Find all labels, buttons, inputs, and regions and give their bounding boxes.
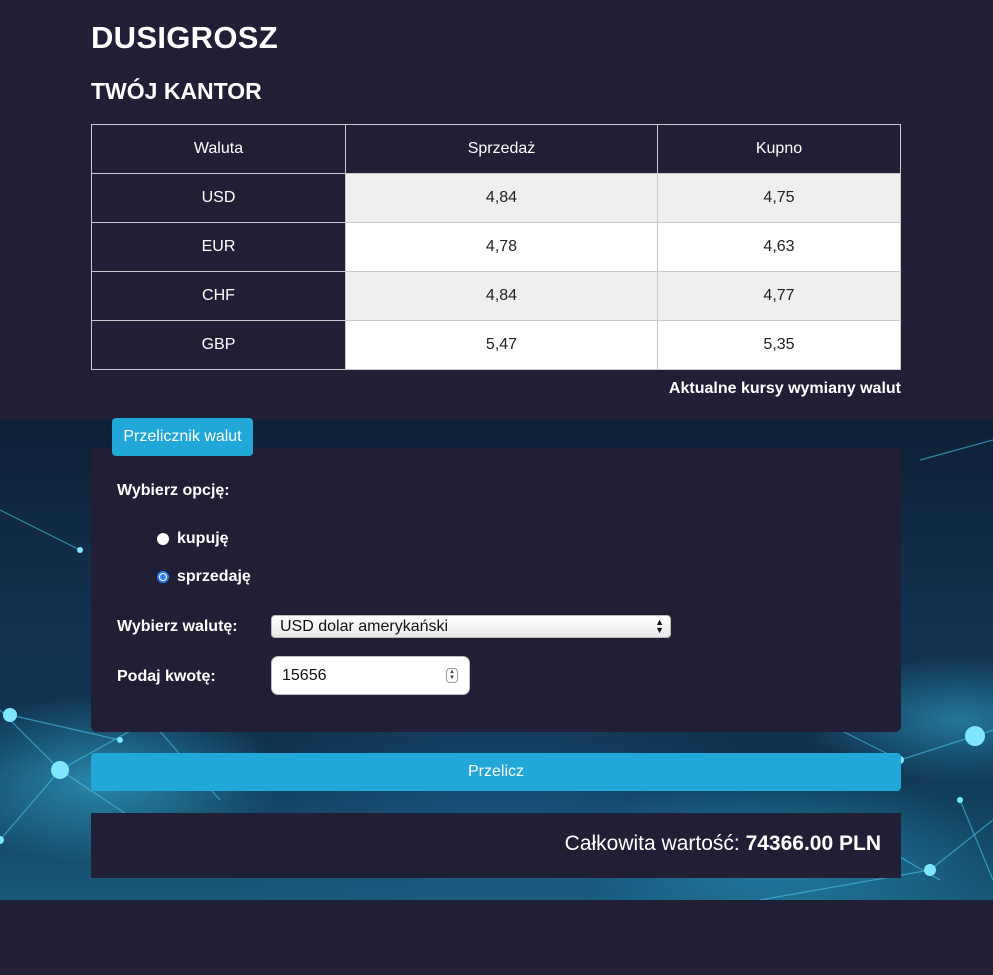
- table-row: CHF 4,84 4,77: [91, 271, 901, 321]
- currency-cell: CHF: [91, 271, 346, 321]
- column-header-currency: Waluta: [91, 124, 346, 174]
- radio-option-buy[interactable]: kupuję: [157, 530, 229, 548]
- currency-cell: GBP: [91, 320, 346, 370]
- currency-cell: EUR: [91, 222, 346, 272]
- exchange-rates-table: Waluta Sprzedaż Kupno USD 4,84 4,75 EUR …: [91, 124, 901, 370]
- radio-sell-label: sprzedaję: [177, 568, 251, 585]
- sell-rate-cell: 4,78: [345, 222, 658, 272]
- amount-input[interactable]: 15656 ▲ ▼: [271, 656, 470, 695]
- buy-rate-cell: 5,35: [657, 320, 901, 370]
- table-row: EUR 4,78 4,63: [91, 222, 901, 272]
- currency-select-value: USD dolar amerykański: [280, 618, 449, 635]
- currency-cell: USD: [91, 173, 346, 223]
- result-value: 74366.00 PLN: [745, 832, 881, 855]
- amount-label: Podaj kwotę:: [117, 668, 216, 685]
- column-header-sell: Sprzedaż: [345, 124, 658, 174]
- buy-rate-cell: 4,63: [657, 222, 901, 272]
- sell-rate-cell: 4,84: [345, 173, 658, 223]
- table-row: GBP 5,47 5,35: [91, 320, 901, 370]
- radio-buy[interactable]: [157, 533, 169, 545]
- table-header-row: Waluta Sprzedaż Kupno: [91, 124, 901, 174]
- page-footer-area: [0, 900, 993, 975]
- option-label: Wybierz opcję:: [117, 482, 230, 499]
- amount-input-value: 15656: [282, 667, 327, 684]
- select-arrows-icon: ▲ ▼: [655, 617, 664, 635]
- currency-select[interactable]: USD dolar amerykański ▲ ▼: [271, 615, 671, 638]
- sell-rate-cell: 5,47: [345, 320, 658, 370]
- radio-option-sell[interactable]: sprzedaję: [157, 568, 251, 586]
- number-stepper-icon[interactable]: ▲ ▼: [446, 668, 458, 683]
- currency-label: Wybierz walutę:: [117, 618, 238, 635]
- buy-rate-cell: 4,77: [657, 271, 901, 321]
- result-label: Całkowita wartość:: [564, 832, 740, 855]
- table-row: USD 4,84 4,75: [91, 173, 901, 223]
- converter-tab-button[interactable]: Przelicznik walut: [112, 418, 253, 456]
- calculate-button[interactable]: Przelicz: [91, 753, 901, 791]
- result-text: Całkowita wartość: 74366.00 PLN: [565, 832, 881, 856]
- rates-caption: Aktualne kursy wymiany walut: [668, 380, 901, 397]
- result-box: Całkowita wartość: 74366.00 PLN: [91, 813, 901, 878]
- column-header-buy: Kupno: [657, 124, 901, 174]
- sell-rate-cell: 4,84: [345, 271, 658, 321]
- radio-sell[interactable]: [157, 571, 169, 583]
- buy-rate-cell: 4,75: [657, 173, 901, 223]
- page-subtitle: TWÓJ KANTOR: [91, 78, 262, 104]
- brand-title: DUSIGROSZ: [91, 20, 278, 55]
- radio-buy-label: kupuję: [177, 530, 229, 547]
